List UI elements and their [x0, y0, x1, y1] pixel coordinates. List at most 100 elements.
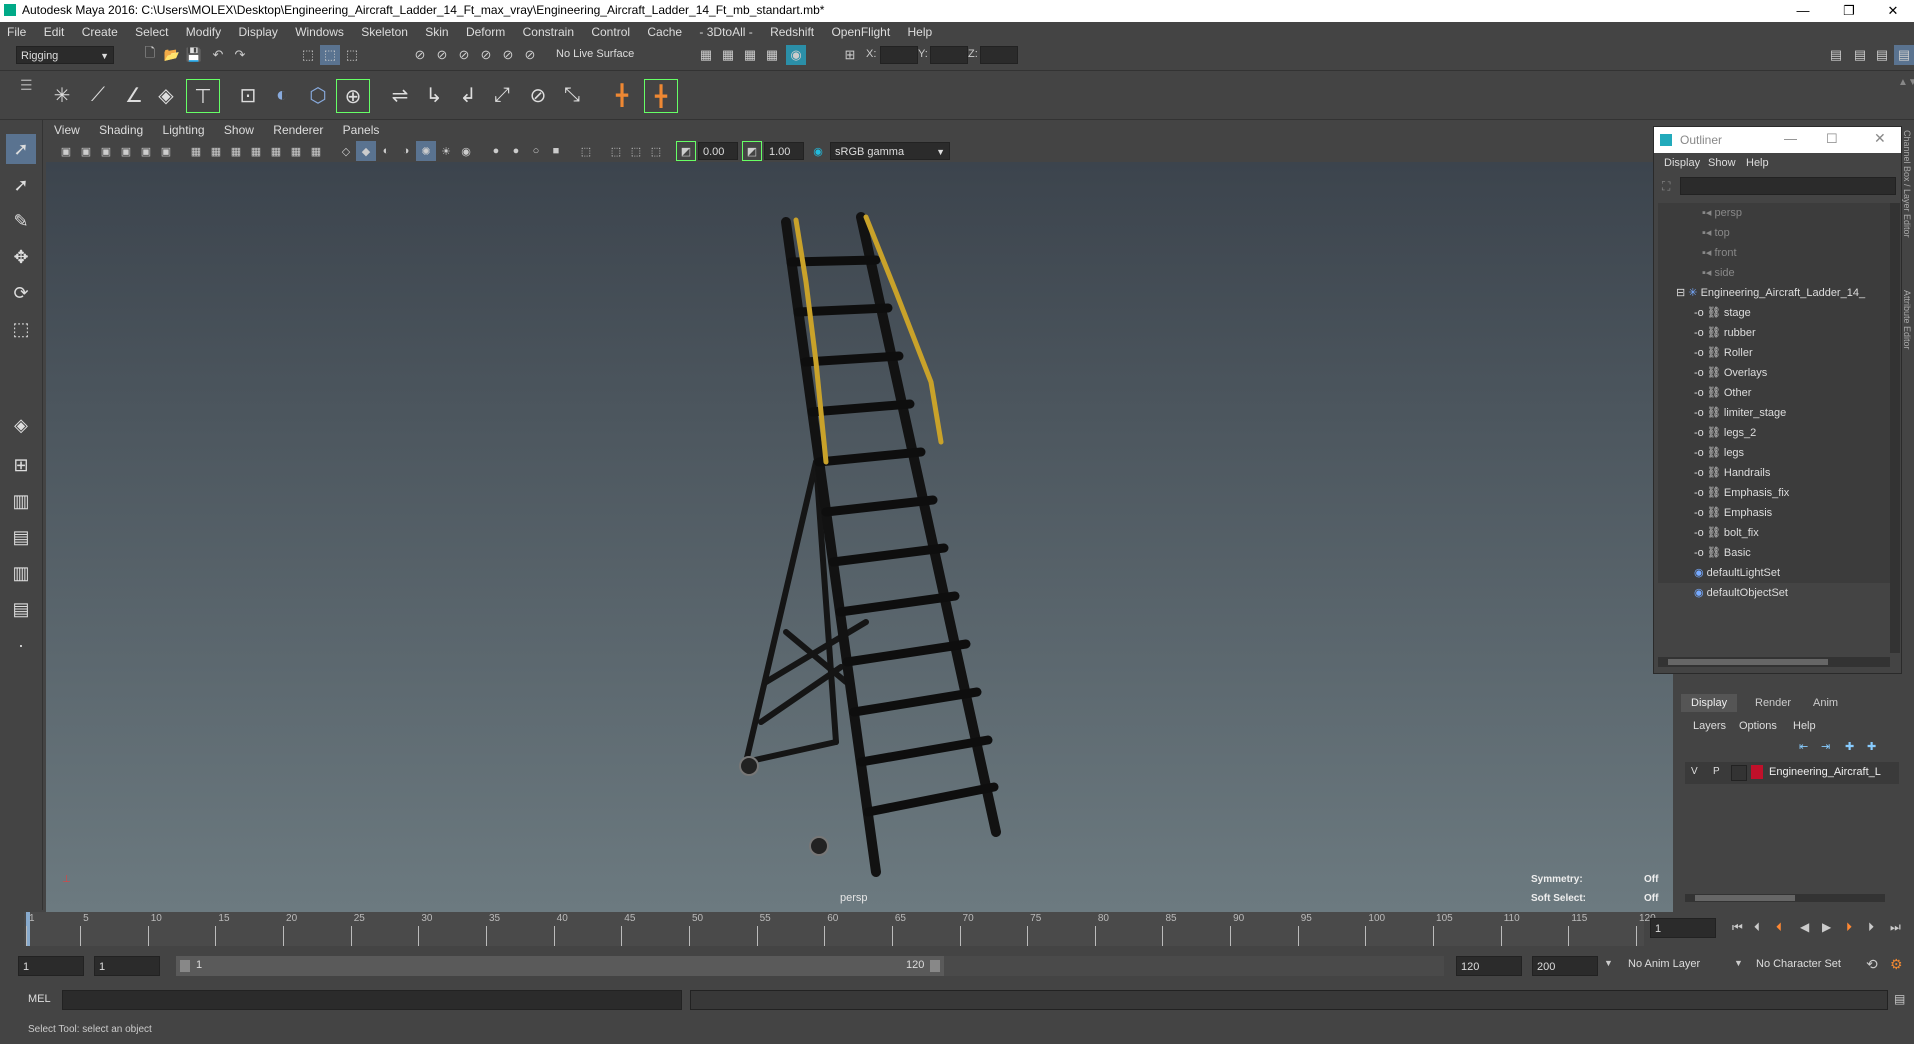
redo-icon[interactable]: ↷ — [230, 45, 250, 65]
grease-pencil-icon[interactable]: ▣ — [156, 141, 176, 161]
tab-display[interactable]: Display — [1681, 694, 1738, 712]
lattice-icon[interactable]: ⬡ — [302, 79, 334, 111]
four-view-layout-icon[interactable]: ⊞ — [6, 450, 36, 480]
layers-menu-help[interactable]: Help — [1793, 720, 1816, 732]
colorspace-dropdown[interactable]: sRGB gamma ▼ — [830, 142, 950, 160]
motion-blur-icon[interactable]: ● — [486, 141, 506, 161]
tree-item-set[interactable]: ◉ defaultObjectSet — [1658, 583, 1914, 603]
shelf-scroll-icon[interactable]: ▲▼ — [1898, 77, 1914, 88]
layer-display-type[interactable] — [1731, 765, 1747, 781]
render-view-icon[interactable]: ▦ — [696, 45, 716, 65]
undo-icon[interactable]: ↶ — [208, 45, 228, 65]
playback-end-field[interactable]: 120 — [1456, 956, 1522, 976]
grid-icon[interactable]: ▦ — [186, 141, 206, 161]
wireframe-icon[interactable]: ◇ — [336, 141, 356, 161]
exposure-icon[interactable]: ◩ — [676, 141, 696, 161]
snap-curve-icon[interactable]: ⊘ — [432, 45, 452, 65]
panel-menu-view[interactable]: View — [46, 120, 88, 137]
open-scene-icon[interactable]: 📂 — [162, 45, 182, 65]
paint-select-icon[interactable]: ✎ — [6, 206, 36, 236]
depth-of-field-icon[interactable]: ○ — [526, 141, 546, 161]
panel-menu-renderer[interactable]: Renderer — [265, 120, 331, 137]
close-button[interactable]: ✕ — [1870, 0, 1914, 22]
select-object-icon[interactable]: ⬚ — [320, 45, 340, 65]
film-gate-icon[interactable]: ▦ — [206, 141, 226, 161]
outliner-maximize-icon[interactable]: ☐ — [1826, 131, 1838, 147]
chevron-down-icon[interactable]: ▼ — [1604, 958, 1613, 968]
outliner-minimize-icon[interactable]: — — [1784, 131, 1797, 146]
channel-box-tab[interactable]: Channel Box / Layer Editor — [1902, 130, 1912, 238]
time-slider[interactable]: 1 5 10 15 20 25 30 35 40 45 50 55 60 65 70 75 80 85 90 95 10… — [0, 912, 1914, 948]
persp-graph-layout-icon[interactable]: ▤ — [6, 522, 36, 552]
tree-item-top[interactable]: ▪◂ top — [1658, 223, 1890, 243]
x-field[interactable] — [880, 46, 918, 64]
joint-tool-icon[interactable]: ✳ — [46, 79, 78, 111]
attribute-editor-tab[interactable]: Attribute Editor — [1902, 290, 1912, 350]
save-scene-icon[interactable]: 💾 — [184, 45, 204, 65]
scale-constraint-icon[interactable]: ⊘ — [522, 79, 554, 111]
restore-button[interactable]: ❐ — [1826, 0, 1872, 22]
chevron-down-icon[interactable]: ▼ — [1734, 958, 1743, 968]
tree-item-child[interactable]: -o ⛓ Overlays — [1658, 363, 1890, 383]
aim-constraint-icon[interactable]: ↲ — [452, 79, 484, 111]
channel-box-icon[interactable]: ▤ — [1894, 45, 1914, 65]
outliner-menu-display[interactable]: Display — [1664, 157, 1700, 169]
menu-file[interactable]: File — [0, 22, 33, 39]
tree-item-child[interactable]: -o ⛓ bolt_fix — [1658, 523, 1890, 543]
single-perspective-layout-icon[interactable]: ◈ — [6, 410, 36, 440]
menu-constrain[interactable]: Constrain — [516, 22, 581, 39]
tree-item-child[interactable]: -o ⛓ Emphasis — [1658, 503, 1890, 523]
tree-item-front[interactable]: ▪◂ front — [1658, 243, 1890, 263]
live-surface-label[interactable]: No Live Surface — [556, 48, 634, 60]
select-tool-icon[interactable]: ➚ — [6, 134, 36, 164]
menu-openflight[interactable]: OpenFlight — [824, 22, 897, 39]
orient-constraint-icon[interactable]: ⤢ — [486, 79, 518, 111]
transform-field-icon[interactable]: ⊞ — [840, 45, 860, 65]
script-editor-icon[interactable]: ▤ — [1894, 992, 1905, 1006]
persp-graph-hypergraph-icon[interactable]: ▥ — [6, 558, 36, 588]
outliner-hscrollbar[interactable] — [1658, 657, 1890, 667]
auto-key-icon[interactable]: ⟲ — [1866, 956, 1878, 973]
new-scene-icon[interactable]: 🗋 — [140, 45, 160, 65]
menuset-dropdown[interactable]: Rigging ▼ — [16, 46, 114, 64]
outliner-filter-icon[interactable]: ⛶ — [1662, 179, 1670, 194]
resolution-gate-icon[interactable]: ▦ — [226, 141, 246, 161]
wireframe-on-shaded-icon[interactable]: ◐ — [376, 141, 396, 161]
panel-menu-shading[interactable]: Shading — [91, 120, 151, 137]
tree-item-child[interactable]: -o ⛓ Emphasis_fix — [1658, 483, 1890, 503]
tree-item-side[interactable]: ▪◂ side — [1658, 263, 1890, 283]
step-back-key-icon[interactable]: ⏴ — [1754, 920, 1760, 935]
layers-menu-layers[interactable]: Layers — [1693, 720, 1726, 732]
tool-settings-icon[interactable]: ▤ — [1872, 45, 1892, 65]
outliner-persp-graph-icon[interactable]: ▤ — [6, 594, 36, 624]
z-field[interactable] — [980, 46, 1018, 64]
tree-item-child[interactable]: -o ⛓ Other — [1658, 383, 1890, 403]
layer-color-swatch[interactable] — [1751, 765, 1763, 779]
ambient-occlusion-icon[interactable]: ◉ — [456, 141, 476, 161]
rigid-bind-icon[interactable]: ◐ — [266, 79, 298, 111]
new-layer-selected-icon[interactable]: ✚ — [1867, 740, 1876, 753]
menu-skin[interactable]: Skin — [418, 22, 455, 39]
modeling-toolkit-icon[interactable]: ▤ — [1826, 45, 1846, 65]
command-input[interactable] — [62, 990, 682, 1010]
insert-joint-icon[interactable]: ◈ — [150, 79, 182, 111]
layer-row[interactable]: V P Engineering_Aircraft_L — [1685, 762, 1899, 784]
step-forward-key-icon[interactable]: ⏵ — [1868, 920, 1874, 935]
outliner-titlebar[interactable]: Outliner — ☐ ✕ — [1654, 127, 1901, 153]
camera-attributes-icon[interactable]: ▣ — [76, 141, 96, 161]
y-field[interactable] — [930, 46, 968, 64]
smooth-shade-icon[interactable]: ◆ — [356, 141, 376, 161]
safe-title-icon[interactable]: ▦ — [306, 141, 326, 161]
exposure-field[interactable]: 0.00 — [698, 142, 738, 160]
character-set-dropdown[interactable]: No Character Set — [1756, 958, 1841, 970]
outliner-close-icon[interactable]: ✕ — [1874, 130, 1886, 147]
persp-outliner-layout-icon[interactable]: ▥ — [6, 486, 36, 516]
new-layer-icon[interactable]: ✚ — [1845, 740, 1854, 753]
go-to-end-icon[interactable]: ⏭ — [1890, 920, 1901, 935]
menu-help[interactable]: Help — [901, 22, 940, 39]
cluster-icon[interactable]: ⊕ — [336, 79, 370, 113]
xray-icon[interactable]: ■ — [546, 141, 566, 161]
go-to-start-icon[interactable]: ⏮ — [1732, 920, 1743, 935]
range-bar[interactable]: 1 120 — [176, 956, 944, 976]
gamma-icon[interactable]: ◩ — [742, 141, 762, 161]
